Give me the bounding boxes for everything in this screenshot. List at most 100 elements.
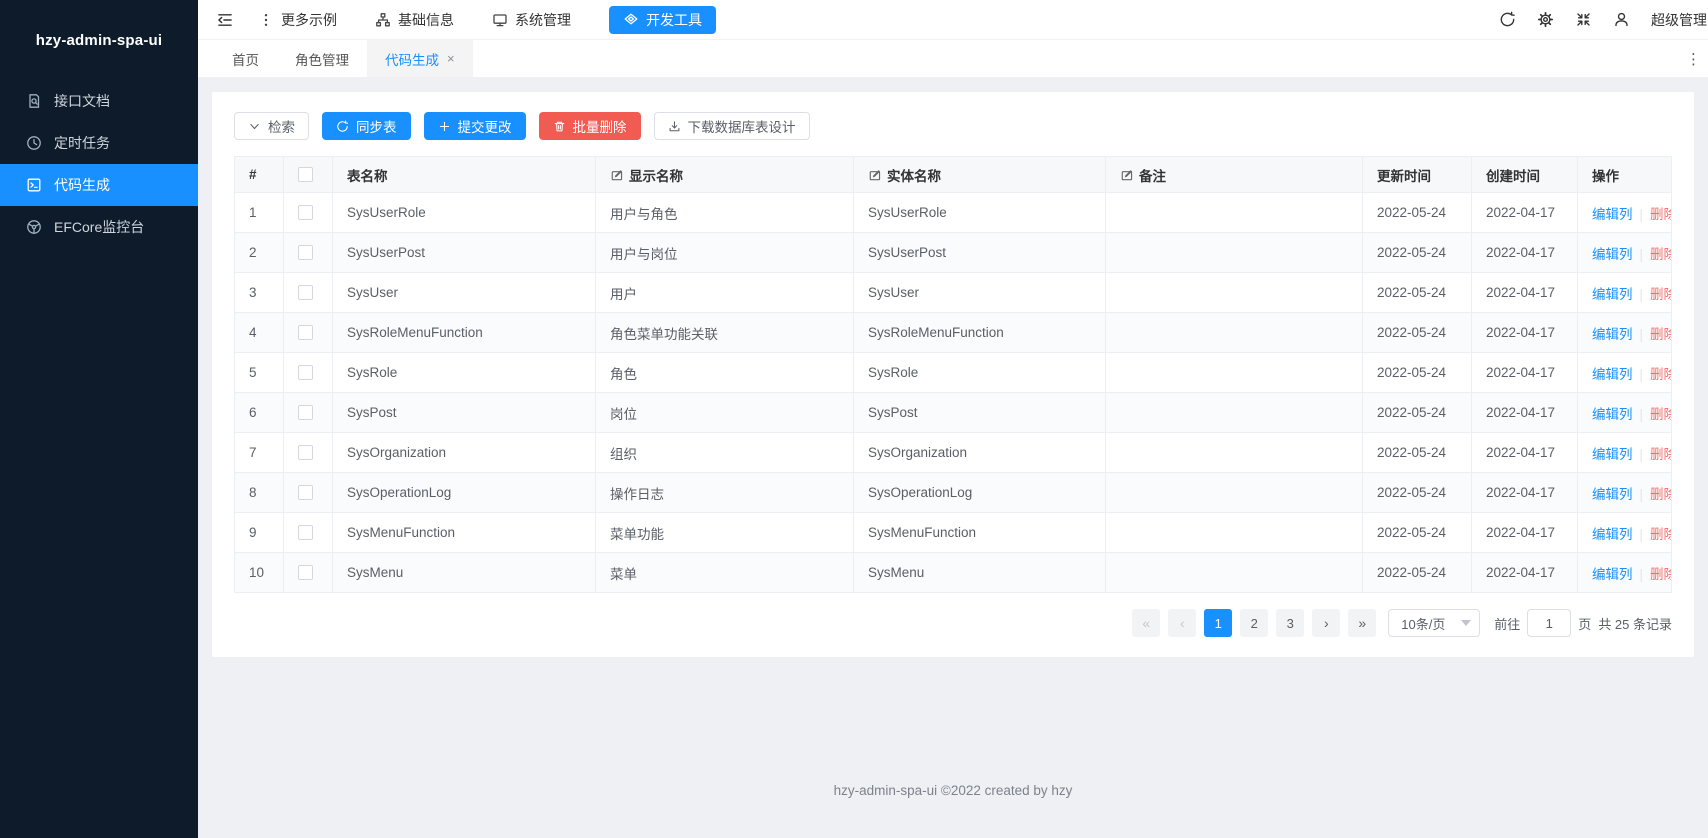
edit-columns-link[interactable]: 编辑列 <box>1592 447 1633 462</box>
row-checkbox[interactable] <box>298 525 313 540</box>
search-button[interactable]: 检索 <box>234 112 309 140</box>
column-header-remark: 备注 <box>1106 157 1363 193</box>
action-separator: | <box>1640 327 1644 342</box>
delete-link[interactable]: 删除 <box>1650 567 1671 582</box>
last-page-button[interactable]: » <box>1348 609 1376 637</box>
sidebar-item-efcore-monitor[interactable]: EFCore监控台 <box>0 206 198 248</box>
submit-changes-button[interactable]: 提交更改 <box>424 112 526 140</box>
cell-remark <box>1106 233 1363 273</box>
table-head: #表名称显示名称实体名称备注更新时间创建时间操作 <box>235 157 1672 193</box>
delete-link[interactable]: 删除 <box>1650 487 1671 502</box>
page-button-1[interactable]: 1 <box>1204 609 1232 637</box>
close-icon[interactable]: × <box>447 52 455 65</box>
top-nav: 更多示例 基础信息 系统管理 开发工具 <box>258 6 716 34</box>
menu-fold-icon[interactable] <box>216 11 234 29</box>
row-checkbox[interactable] <box>298 245 313 260</box>
delete-link[interactable]: 删除 <box>1650 527 1671 542</box>
tab-home[interactable]: 首页 <box>214 40 277 77</box>
cell-display-name: 岗位 <box>596 393 854 433</box>
cell-actions: 编辑列|删除 <box>1578 233 1672 273</box>
prev-page-button[interactable]: ‹ <box>1168 609 1196 637</box>
first-page-button[interactable]: « <box>1132 609 1160 637</box>
sync-table-button[interactable]: 同步表 <box>322 112 411 140</box>
delete-link[interactable]: 删除 <box>1650 327 1671 342</box>
column-label: 备注 <box>1139 165 1166 185</box>
edit-columns-link[interactable]: 编辑列 <box>1592 527 1633 542</box>
sidebar-item-label: 定时任务 <box>54 133 110 153</box>
row-checkbox[interactable] <box>298 365 313 380</box>
table-row: 3SysUser用户SysUser2022-05-242022-04-17编辑列… <box>235 273 1672 313</box>
column-label: 表名称 <box>347 165 388 185</box>
nav-item-base-info[interactable]: 基础信息 <box>375 10 454 30</box>
code-icon <box>26 177 42 193</box>
column-label: 操作 <box>1592 165 1619 185</box>
goto-page-input[interactable] <box>1527 609 1571 637</box>
action-separator: | <box>1640 567 1644 582</box>
edit-columns-link[interactable]: 编辑列 <box>1592 287 1633 302</box>
trash-icon <box>553 120 566 133</box>
delete-link[interactable]: 删除 <box>1650 207 1671 222</box>
delete-link[interactable]: 删除 <box>1650 287 1671 302</box>
delete-link[interactable]: 删除 <box>1650 367 1671 382</box>
page-button-2[interactable]: 2 <box>1240 609 1268 637</box>
row-checkbox[interactable] <box>298 485 313 500</box>
nav-item-dev-tools[interactable]: 开发工具 <box>609 6 716 34</box>
nav-item-label: 开发工具 <box>646 10 702 30</box>
row-checkbox[interactable] <box>298 285 313 300</box>
edit-columns-link[interactable]: 编辑列 <box>1592 247 1633 262</box>
edit-columns-link[interactable]: 编辑列 <box>1592 567 1633 582</box>
gold-icon <box>623 12 639 28</box>
sidebar-item-code-generation[interactable]: 代码生成 <box>0 164 198 206</box>
tab-role-management[interactable]: 角色管理 <box>277 40 367 77</box>
edit-columns-link[interactable]: 编辑列 <box>1592 487 1633 502</box>
tab-overflow-icon[interactable]: ⋮ <box>1678 50 1708 68</box>
download-db-design-button[interactable]: 下载数据库表设计 <box>654 112 810 140</box>
nav-item-more-examples[interactable]: 更多示例 <box>258 10 337 30</box>
cell-remark <box>1106 433 1363 473</box>
nav-item-system-management[interactable]: 系统管理 <box>492 10 571 30</box>
column-label: 创建时间 <box>1486 165 1540 185</box>
edit-columns-link[interactable]: 编辑列 <box>1592 207 1633 222</box>
user-icon <box>1613 11 1630 28</box>
sidebar: hzy-admin-spa-ui 接口文档定时任务代码生成EFCore监控台 <box>0 0 198 838</box>
row-checkbox[interactable] <box>298 205 313 220</box>
page-size-select[interactable]: 10条/页 <box>1388 609 1480 637</box>
table-row: 10SysMenu菜单SysMenu2022-05-242022-04-17编辑… <box>235 553 1672 593</box>
cell-created-at: 2022-04-17 <box>1472 313 1578 353</box>
next-page-button[interactable]: › <box>1312 609 1340 637</box>
row-index: 1 <box>235 193 284 233</box>
delete-link[interactable]: 删除 <box>1650 247 1671 262</box>
cell-display-name: 用户与角色 <box>596 193 854 233</box>
row-checkbox[interactable] <box>298 325 313 340</box>
row-index: 4 <box>235 313 284 353</box>
row-checkbox[interactable] <box>298 405 313 420</box>
clock-icon <box>26 135 42 151</box>
edit-columns-link[interactable]: 编辑列 <box>1592 407 1633 422</box>
column-header-inner: 显示名称 <box>610 165 839 185</box>
current-user-label[interactable]: 超级管理员 <box>1651 10 1708 30</box>
row-checkbox[interactable] <box>298 445 313 460</box>
cell-table-name: SysRole <box>333 353 596 393</box>
tab-code-generation[interactable]: 代码生成× <box>367 40 473 77</box>
batch-delete-button[interactable]: 批量删除 <box>539 112 641 140</box>
table-row: 9SysMenuFunction菜单功能SysMenuFunction2022-… <box>235 513 1672 553</box>
page-content: 检索同步表提交更改批量删除下载数据库表设计 #表名称显示名称实体名称备注更新时间… <box>198 78 1708 838</box>
action-separator: | <box>1640 487 1644 502</box>
table-row: 8SysOperationLog操作日志SysOperationLog2022-… <box>235 473 1672 513</box>
edit-columns-link[interactable]: 编辑列 <box>1592 327 1633 342</box>
delete-link[interactable]: 删除 <box>1650 407 1671 422</box>
cell-created-at: 2022-04-17 <box>1472 353 1578 393</box>
sidebar-item-scheduled-tasks[interactable]: 定时任务 <box>0 122 198 164</box>
cell-actions: 编辑列|删除 <box>1578 353 1672 393</box>
sidebar-item-label: 代码生成 <box>54 175 110 195</box>
edit-columns-link[interactable]: 编辑列 <box>1592 367 1633 382</box>
desktop-icon <box>492 12 508 28</box>
cell-updated-at: 2022-05-24 <box>1363 353 1472 393</box>
page-button-3[interactable]: 3 <box>1276 609 1304 637</box>
sidebar-item-api-docs[interactable]: 接口文档 <box>0 80 198 122</box>
delete-link[interactable]: 删除 <box>1650 447 1671 462</box>
row-checkbox[interactable] <box>298 565 313 580</box>
cell-table-name: SysMenu <box>333 553 596 593</box>
row-checkbox-cell <box>284 353 333 393</box>
select-all-checkbox[interactable] <box>298 167 313 182</box>
